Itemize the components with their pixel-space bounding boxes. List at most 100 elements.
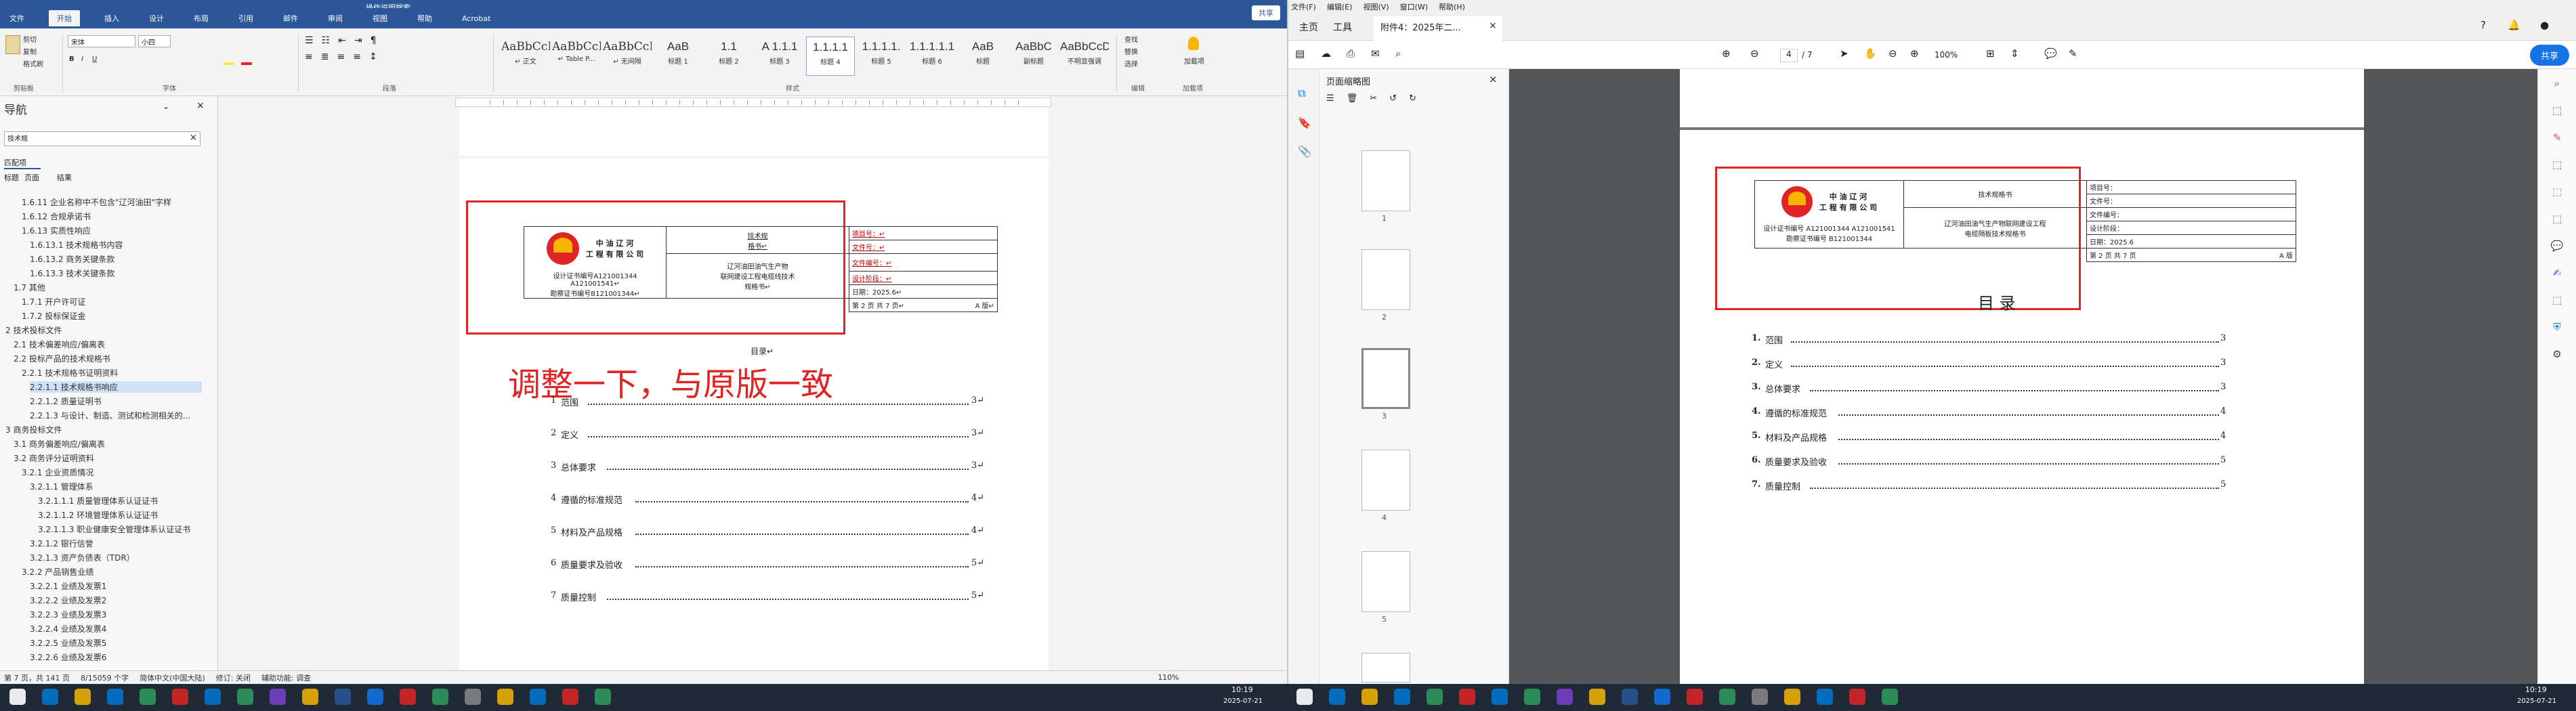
page-up-icon[interactable]: ⊕: [1722, 47, 1731, 60]
taskbar-app-icon[interactable]: [1719, 689, 1735, 705]
zoom-in-icon[interactable]: ⊕: [1910, 47, 1919, 60]
nav-heading-item[interactable]: 3.2.2.4 业绩及发票4: [30, 623, 106, 634]
nav-heading-item[interactable]: 1.6.13.3 技术关键条款: [30, 267, 114, 279]
taskbar-app-icon[interactable]: [432, 689, 448, 705]
protect-icon[interactable]: ⛨: [2553, 321, 2560, 333]
taskbar-app-icon[interactable]: [75, 689, 91, 705]
style-item[interactable]: AaBbCcD ↵ Table P...: [552, 37, 601, 76]
font-color-icon[interactable]: [241, 54, 252, 65]
taskbar-app-icon[interactable]: [1296, 689, 1313, 705]
thumbnail-page-1[interactable]: [1361, 150, 1410, 211]
ribbon-tab[interactable]: 开始: [49, 10, 80, 26]
addin-button[interactable]: 加载项: [1184, 56, 1204, 66]
close-tab-icon[interactable]: ×: [1489, 20, 1497, 31]
tab-home[interactable]: 主页: [1299, 20, 1318, 34]
underline-button[interactable]: U: [92, 56, 97, 63]
print-icon[interactable]: ⎙: [1347, 47, 1355, 60]
email-icon[interactable]: ✉: [1371, 47, 1380, 60]
ribbon-tab[interactable]: 插入: [99, 12, 125, 25]
rotate-left-icon[interactable]: ↺: [1389, 93, 1397, 104]
taskbar-app-icon[interactable]: [400, 689, 416, 705]
rotate-right-icon[interactable]: ↻: [1409, 93, 1416, 104]
nav-heading-item[interactable]: 3.2.1.1.2 环境管理体系认证证书: [38, 509, 158, 521]
doc-page[interactable]: 中 油 辽 河 工 程 有 限 公 司 设计证书编号A121001344 A12…: [459, 158, 1049, 673]
style-item[interactable]: 1.1 标题 2: [704, 37, 753, 76]
chevron-down-icon[interactable]: ⌄: [163, 102, 169, 111]
nav-heading-item[interactable]: 1.7.2 投标保证金: [22, 310, 85, 322]
nav-heading-item[interactable]: 1.6.13 实质性响应: [22, 225, 91, 236]
nav-heading-item[interactable]: 3.2.2.6 业绩及发票6: [30, 651, 106, 663]
nav-heading-item[interactable]: 1.6.13.2 商务关键条款: [30, 253, 114, 265]
horizontal-ruler[interactable]: [455, 98, 1051, 107]
nav-heading-item[interactable]: 1.6.11 企业名称中不包含"辽河油田"字样: [22, 196, 171, 208]
nav-heading-item[interactable]: 3.2 商务评分证明资料: [14, 452, 94, 464]
font-name-select[interactable]: 宋体: [68, 35, 135, 47]
menu-item[interactable]: 编辑(E): [1327, 1, 1353, 12]
taskbar-app-icon[interactable]: [270, 689, 286, 705]
options-icon[interactable]: ☰: [1326, 93, 1334, 104]
style-item[interactable]: 1.1.1.1 标题 4: [806, 37, 855, 76]
taskbar-app-icon[interactable]: [1361, 689, 1378, 705]
page-number-input[interactable]: 4: [1780, 49, 1798, 62]
ribbon-tab[interactable]: 文件: [4, 12, 30, 25]
ribbon-tab[interactable]: 帮助: [412, 12, 438, 25]
zoom-select[interactable]: 100%: [1935, 50, 1958, 60]
thumb-toolbar[interactable]: ☰ 🗑 ✂ ↺ ↻: [1326, 93, 1416, 104]
paragraph-controls[interactable]: ☰ ☷ ⇤ ⇥ ¶ ≡ ≣ ≡ ≡ ↕: [305, 35, 440, 69]
ribbon-tab[interactable]: 邮件: [278, 12, 303, 25]
style-item[interactable]: AaBbCcD ↵ 正文: [501, 37, 550, 76]
acrobat-share-button[interactable]: 共享: [2529, 45, 2569, 66]
taskbar-app-icon[interactable]: [172, 689, 188, 705]
tools-more-icon[interactable]: ⚙: [2552, 348, 2561, 360]
taskbar-app-icon[interactable]: [497, 689, 513, 705]
menu-item[interactable]: 窗口(W): [1400, 1, 1428, 12]
ribbon-tab[interactable]: 引用: [233, 12, 259, 25]
close-icon[interactable]: ×: [196, 100, 205, 111]
style-item[interactable]: AaBbCcD 不明显强调: [1060, 37, 1109, 76]
nav-tab-results[interactable]: 结果: [57, 172, 72, 183]
taskbar-app-icon[interactable]: [335, 689, 351, 705]
status-accessibility[interactable]: 辅助功能: 调查: [261, 672, 311, 683]
export-pdf-icon[interactable]: ⬚: [2552, 104, 2562, 116]
nav-heading-item[interactable]: 3.2.1.3 资产负债表（TDR）: [30, 552, 135, 563]
scroll-mode-icon[interactable]: ⇕: [2010, 47, 2019, 60]
nav-heading-item[interactable]: 1.6.13.1 技术规格书内容: [30, 239, 123, 251]
ribbon-tab[interactable]: 布局: [188, 12, 214, 25]
taskbar-app-icon[interactable]: [1882, 689, 1898, 705]
organize-pages-icon[interactable]: ⬚: [2552, 186, 2562, 198]
taskbar-app-icon[interactable]: [595, 689, 611, 705]
bell-icon[interactable]: 🔔: [2508, 19, 2520, 31]
nav-heading-item[interactable]: 2.1 技术偏差响应/偏离表: [14, 339, 105, 350]
taskbar-app-icon[interactable]: [1654, 689, 1670, 705]
nav-heading-item[interactable]: 3.2.2.5 业绩及发票5: [30, 637, 106, 649]
paste-icon[interactable]: [5, 35, 20, 54]
style-item[interactable]: AaBbC 副标题: [1009, 37, 1058, 76]
nav-tab-pages[interactable]: 页面: [24, 172, 39, 183]
select-tool-icon[interactable]: ➤: [1840, 47, 1849, 60]
taskbar-app-icon[interactable]: [1752, 689, 1768, 705]
format-painter-button[interactable]: 格式刷: [23, 58, 43, 68]
menu-item[interactable]: 视图(V): [1363, 1, 1389, 12]
ribbon-tab[interactable]: 视图: [367, 12, 393, 25]
ribbon-tab[interactable]: 审阅: [322, 12, 348, 25]
taskbar-app-icon[interactable]: [205, 689, 221, 705]
account-icon[interactable]: ●: [2540, 19, 2549, 31]
select-button[interactable]: 选择: [1124, 58, 1138, 68]
save-icon[interactable]: ▤: [1295, 47, 1305, 60]
status-track-changes[interactable]: 修订: 关闭: [216, 672, 251, 683]
nav-heading-item[interactable]: 3.2.1.1.3 职业健康安全管理体系认证证书: [38, 523, 190, 535]
copy-button[interactable]: 复制: [23, 46, 37, 56]
taskbar-app-icon[interactable]: [1492, 689, 1508, 705]
taskbar-app-icon[interactable]: [9, 689, 26, 705]
menu-item[interactable]: 文件(F): [1291, 1, 1316, 12]
nav-heading-item[interactable]: 3 商务投标文件: [5, 424, 62, 435]
nav-heading-item[interactable]: 2 技术投标文件: [5, 324, 62, 336]
create-pdf-icon[interactable]: ⬚: [2552, 158, 2562, 171]
nav-heading-item[interactable]: 3.2.1.1.1 质量管理体系认证证书: [38, 495, 158, 507]
clear-search-icon[interactable]: ×: [190, 133, 197, 143]
taskbar-app-icon[interactable]: [1817, 689, 1833, 705]
style-item[interactable]: AaBbCcD ↵ 无间隔: [603, 37, 652, 76]
nav-heading-item[interactable]: 1.7 其他: [14, 282, 45, 293]
search-tool-icon[interactable]: ⌕: [2554, 77, 2560, 89]
style-item[interactable]: 1.1.1.1.1 标题 6: [908, 37, 956, 76]
